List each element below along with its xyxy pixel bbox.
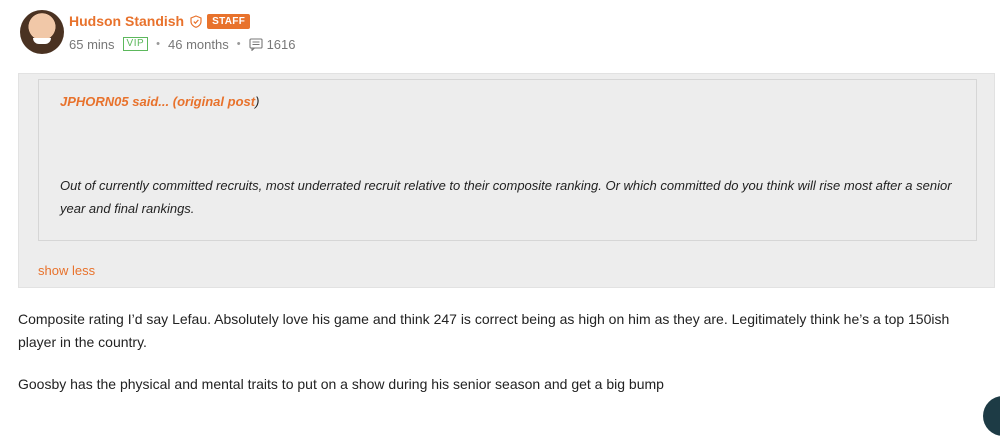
member-tenure: 46 months (168, 36, 229, 52)
quote-container: JPHORN05 said... (original post) Out of … (18, 73, 995, 288)
separator-dot: • (236, 38, 241, 50)
post-stats: 65 mins VIP • 46 months • 1616 (69, 34, 296, 54)
post-paragraph: Goosby has the physical and mental trait… (18, 376, 664, 392)
quote-attribution: JPHORN05 said... (original post) (60, 94, 259, 109)
quote-said: said... ( (132, 94, 178, 109)
post-meta: Hudson Standish STAFF 65 mins VIP • 46 m… (69, 10, 296, 54)
author-name[interactable]: Hudson Standish (69, 13, 184, 29)
post-count: 1616 (266, 36, 296, 52)
quote-close-paren: ) (255, 94, 260, 109)
quote-text: Out of currently committed recruits, mos… (60, 178, 952, 216)
separator-dot: • (156, 38, 161, 50)
shield-check-icon (190, 14, 202, 28)
post-paragraph: Composite rating I’d say Lefau. Absolute… (18, 311, 950, 350)
post-header: Hudson Standish STAFF 65 mins VIP • 46 m… (20, 10, 296, 54)
show-less-button[interactable]: show less (38, 263, 95, 278)
quote-block: JPHORN05 said... (original post) Out of … (38, 79, 977, 241)
vip-badge: VIP (122, 37, 149, 51)
comment-icon (249, 37, 263, 52)
original-post-link[interactable]: original post (177, 94, 255, 109)
quote-author[interactable]: JPHORN05 (60, 94, 129, 109)
floating-action-button[interactable] (983, 396, 1000, 436)
staff-badge: STAFF (207, 13, 251, 29)
post-time[interactable]: 65 mins (69, 37, 115, 52)
avatar[interactable] (20, 10, 64, 54)
author-row: Hudson Standish STAFF (69, 10, 296, 32)
